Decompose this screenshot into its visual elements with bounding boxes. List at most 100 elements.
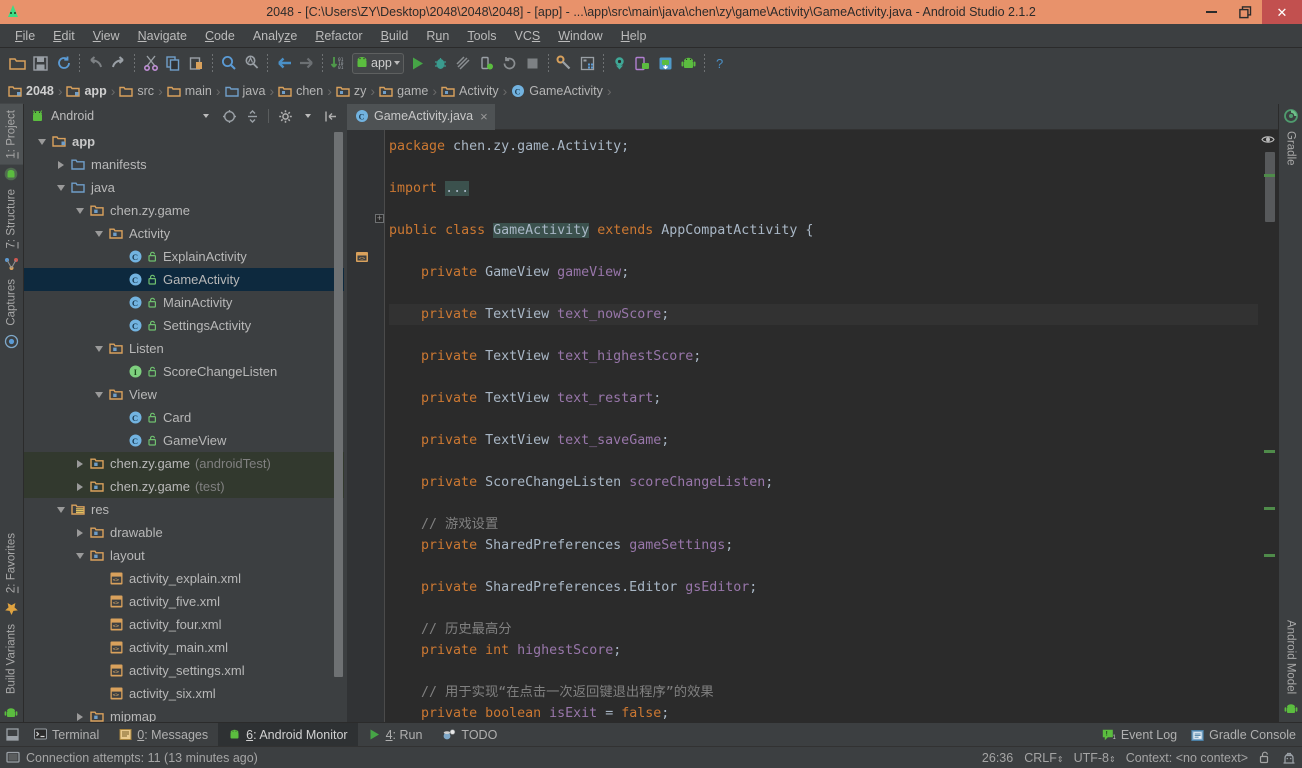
sync-refresh-icon[interactable]: [52, 52, 75, 75]
back-arrow-icon[interactable]: [272, 52, 295, 75]
fold-expand-icon[interactable]: +: [375, 214, 384, 223]
code-line[interactable]: private SharedPreferences.Editor gsEdito…: [389, 577, 1258, 598]
menu-item-build[interactable]: Build: [372, 27, 418, 45]
breadcrumb-item-chen[interactable]: chen: [278, 84, 325, 98]
tool-window-toggle[interactable]: [0, 723, 24, 746]
collapse-arrow-icon[interactable]: [93, 343, 104, 354]
undo-icon[interactable]: [84, 52, 107, 75]
tree-item-chen-zy-game[interactable]: chen.zy.game: [24, 199, 344, 222]
tool-tab-terminal[interactable]: Terminal: [24, 723, 109, 746]
tree-item-drawable[interactable]: drawable: [24, 521, 344, 544]
breadcrumb-item-gameactivity[interactable]: C GameActivity: [511, 84, 605, 98]
code-line[interactable]: [389, 661, 1258, 682]
code-line[interactable]: private GameView gameView;: [389, 262, 1258, 283]
sync-project-icon[interactable]: [608, 52, 631, 75]
tree-item-mipmap[interactable]: mipmap: [24, 705, 344, 722]
code-line[interactable]: private boolean isExit = false;: [389, 703, 1258, 722]
tool-tab-run[interactable]: 4: Run: [358, 723, 433, 746]
menu-item-tools[interactable]: Tools: [458, 27, 505, 45]
open-folder-icon[interactable]: [6, 52, 29, 75]
code-line[interactable]: [389, 598, 1258, 619]
breadcrumb-item-game[interactable]: game: [379, 84, 430, 98]
code-line[interactable]: [389, 157, 1258, 178]
tree-item-activity-six-xml[interactable]: <>activity_six.xml: [24, 682, 344, 705]
expand-arrow-icon[interactable]: [74, 458, 85, 469]
expand-arrow-icon[interactable]: [74, 481, 85, 492]
inspection-eye-icon[interactable]: [1261, 134, 1275, 145]
sidebar-item-project[interactable]: 1: Project: [0, 104, 23, 165]
code-line[interactable]: [389, 409, 1258, 430]
tree-item-activity-four-xml[interactable]: <>activity_four.xml: [24, 613, 344, 636]
tree-item-mainactivity[interactable]: CMainActivity: [24, 291, 344, 314]
tool-tab-android-monitor[interactable]: 6: Android Monitor: [218, 723, 357, 746]
code-line[interactable]: [389, 283, 1258, 304]
tree-item-activity-five-xml[interactable]: <>activity_five.xml: [24, 590, 344, 613]
menu-item-file[interactable]: File: [6, 27, 44, 45]
code-line[interactable]: private int highestScore;: [389, 640, 1258, 661]
project-view-selector-label[interactable]: Android: [51, 109, 94, 123]
chevron-down-icon[interactable]: [394, 61, 400, 65]
tree-item-activity-main-xml[interactable]: <>activity_main.xml: [24, 636, 344, 659]
project-tree[interactable]: appmanifestsjavachen.zy.gameActivityCExp…: [24, 128, 344, 722]
tool-tab-gradle-console[interactable]: Gradle Console: [1191, 728, 1296, 742]
replace-icon[interactable]: [240, 52, 263, 75]
menu-item-view[interactable]: View: [84, 27, 129, 45]
android-device-icon[interactable]: [677, 52, 700, 75]
expand-arrow-icon[interactable]: [74, 527, 85, 538]
context-indicator[interactable]: Context: <no context>: [1126, 751, 1248, 765]
tree-item-res[interactable]: res: [24, 498, 344, 521]
avd-manager-icon[interactable]: [576, 52, 599, 75]
code-line[interactable]: package chen.zy.game.Activity;: [389, 136, 1258, 157]
tree-item-app[interactable]: app: [24, 130, 344, 153]
collapse-arrow-icon[interactable]: [93, 228, 104, 239]
menu-item-analyze[interactable]: Analyze: [244, 27, 306, 45]
tree-item-listen[interactable]: Listen: [24, 337, 344, 360]
collapse-all-icon[interactable]: [243, 107, 261, 125]
code-line[interactable]: private TextView text_highestScore;: [389, 346, 1258, 367]
run-configuration-selector[interactable]: app: [352, 53, 404, 74]
run-icon[interactable]: [406, 52, 429, 75]
menu-item-edit[interactable]: Edit: [44, 27, 84, 45]
forward-arrow-icon[interactable]: [295, 52, 318, 75]
code-line[interactable]: [389, 493, 1258, 514]
tool-tab-todo[interactable]: TODO: [432, 723, 507, 746]
hide-panel-icon[interactable]: [322, 107, 340, 125]
tree-item-scorechangelisten[interactable]: IScoreChangeListen: [24, 360, 344, 383]
collapse-arrow-icon[interactable]: [55, 504, 66, 515]
redo-icon[interactable]: [107, 52, 130, 75]
settings-gear-icon[interactable]: [276, 107, 294, 125]
code-line[interactable]: private TextView text_nowScore;: [389, 304, 1258, 325]
code-line[interactable]: private SharedPreferences gameSettings;: [389, 535, 1258, 556]
breadcrumb-item-src[interactable]: src: [119, 84, 156, 98]
collapse-arrow-icon[interactable]: [93, 389, 104, 400]
code-line[interactable]: [389, 325, 1258, 346]
tree-item-layout[interactable]: layout: [24, 544, 344, 567]
line-separator[interactable]: CRLF⇕: [1024, 751, 1062, 765]
copy-icon[interactable]: [162, 52, 185, 75]
sidebar-item-structure[interactable]: 7: Structure: [0, 183, 23, 254]
menu-item-refactor[interactable]: Refactor: [306, 27, 371, 45]
caret-position[interactable]: 26:36: [982, 751, 1013, 765]
sidebar-item-gradle[interactable]: Gradle: [1279, 125, 1302, 172]
file-encoding[interactable]: UTF-8⇕: [1074, 751, 1115, 765]
collapse-arrow-icon[interactable]: [36, 136, 47, 147]
breadcrumb-item-2048[interactable]: 2048: [8, 84, 56, 98]
code-line[interactable]: import ...: [389, 178, 1258, 199]
tool-tab-event-log[interactable]: !1 Event Log: [1102, 728, 1177, 742]
sdk-download-icon[interactable]: [654, 52, 677, 75]
tree-item-settingsactivity[interactable]: CSettingsActivity: [24, 314, 344, 337]
tree-item-view[interactable]: View: [24, 383, 344, 406]
code-line[interactable]: [389, 367, 1258, 388]
tree-item-explainactivity[interactable]: CExplainActivity: [24, 245, 344, 268]
code-line[interactable]: private TextView text_saveGame;: [389, 430, 1258, 451]
help-icon[interactable]: ?: [709, 52, 732, 75]
close-icon[interactable]: ×: [478, 109, 488, 124]
expand-arrow-icon[interactable]: [74, 711, 85, 722]
collapse-arrow-icon[interactable]: [55, 182, 66, 193]
tree-item-activity-explain-xml[interactable]: <>activity_explain.xml: [24, 567, 344, 590]
menu-item-code[interactable]: Code: [196, 27, 244, 45]
cut-icon[interactable]: [139, 52, 162, 75]
sidebar-item-favorites[interactable]: 2: Favorites: [0, 527, 23, 599]
menu-item-vcs[interactable]: VCS: [506, 27, 550, 45]
debug-icon[interactable]: [429, 52, 452, 75]
